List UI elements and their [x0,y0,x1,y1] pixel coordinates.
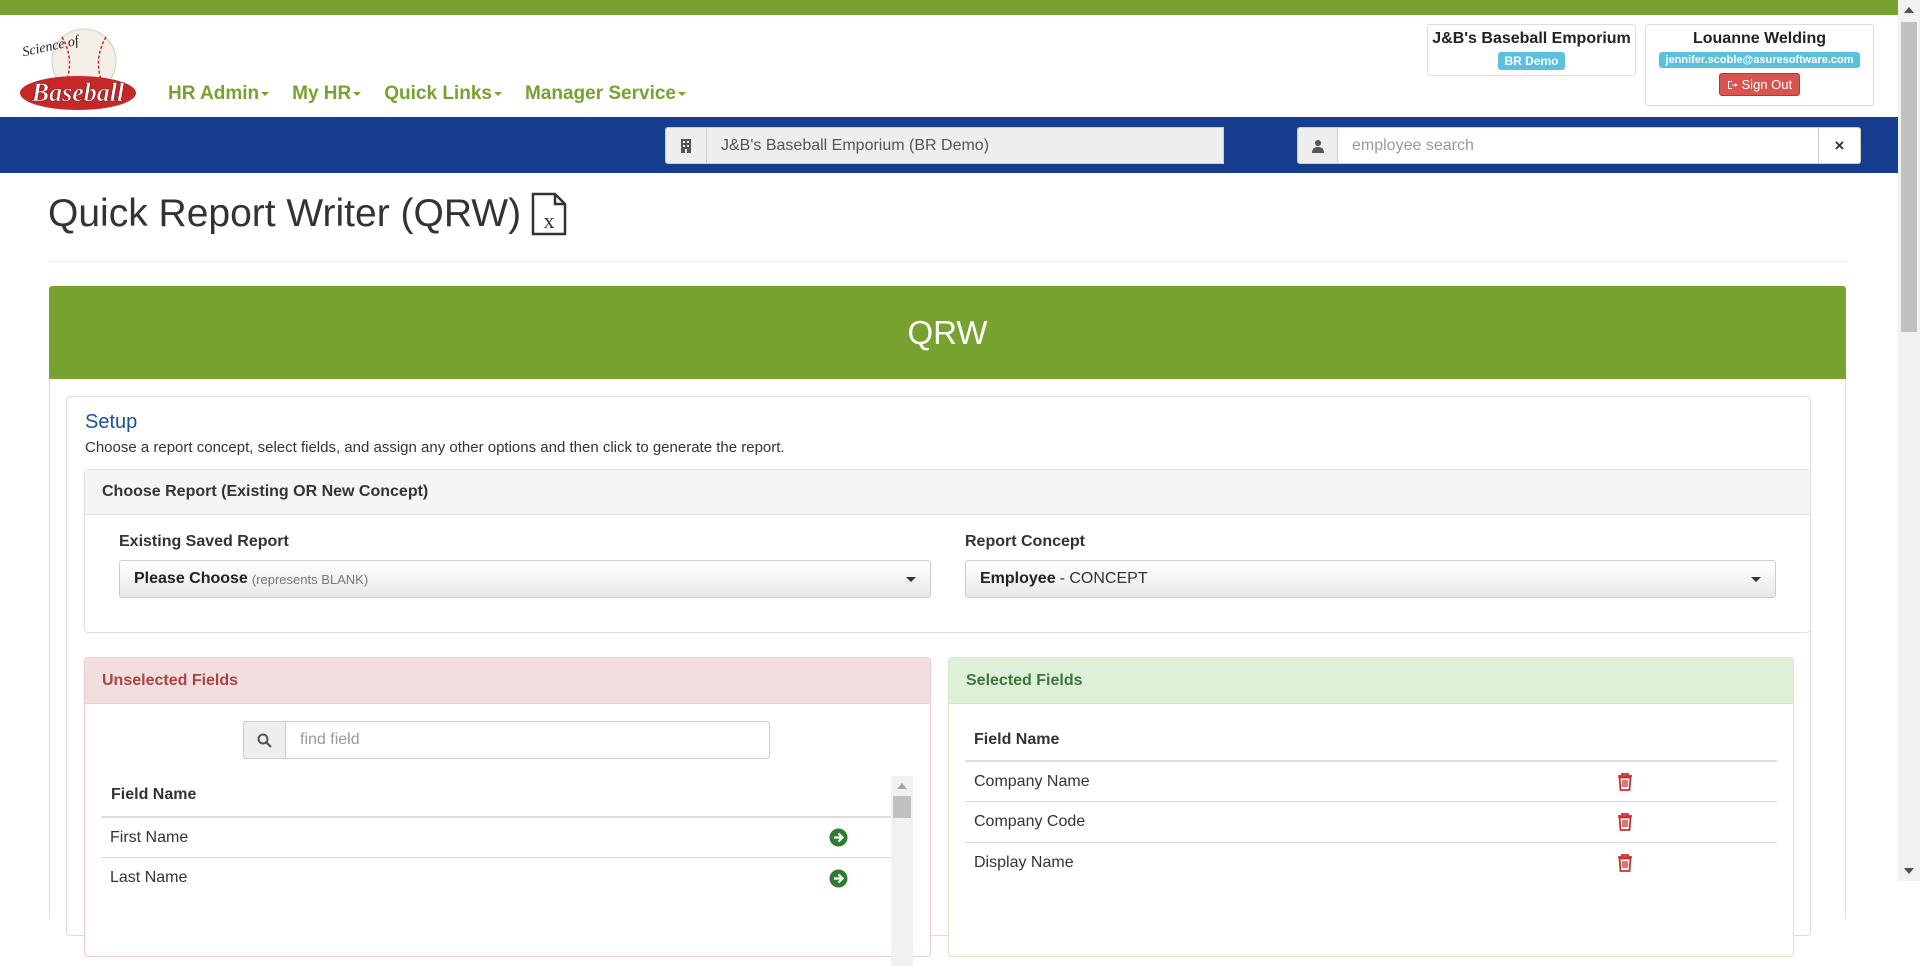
sign-out-label: Sign Out [1741,77,1793,92]
table-row: Company Code [965,801,1777,842]
list-item: Last Name [101,857,891,898]
trash-icon[interactable] [1617,813,1633,831]
nav-my-hr-label: My HR [292,83,352,104]
report-concept-label: Report Concept [965,533,1085,550]
user-email-badge: jennifer.scoble@asuresoftware.com [1659,52,1860,68]
sign-out-icon [1727,81,1738,89]
nav-quick-links-label: Quick Links [384,83,492,104]
main-nav: HR Admin My HR Quick Links Manager Servi… [168,83,686,105]
table-row: Company Name [965,760,1777,801]
svg-text:x: x [544,208,555,233]
existing-report-label: Existing Saved Report [119,533,289,550]
scroll-up-arrow-icon[interactable] [1898,0,1920,20]
selected-fields-heading: Selected Fields [949,658,1793,704]
unselected-column-header: Field Name [111,786,197,803]
employee-search-input[interactable]: employee search [1338,127,1819,164]
selected-fields-panel: Selected Fields Field Name Company Name … [948,657,1794,957]
nav-my-hr[interactable]: My HR [292,83,362,105]
company-name: J&B's Baseball Emporium [1432,30,1631,47]
list-item: First Name [101,816,891,857]
report-concept-value: Employee [980,570,1056,587]
field-list-scrollbar[interactable] [891,776,913,966]
trash-icon[interactable] [1617,772,1633,791]
company-info-box: J&B's Baseball Emporium BR Demo [1427,24,1636,76]
choose-report-panel: Choose Report (Existing OR New Concept) … [84,469,1811,633]
trash-icon[interactable] [1617,854,1633,872]
existing-report-select[interactable]: Please Choose (represents BLANK) [119,560,931,598]
search-icon [243,721,286,759]
user-info-box: Louanne Welding jennifer.scoble@asuresof… [1645,24,1874,106]
nav-hr-admin-label: HR Admin [168,83,260,104]
setup-title: Setup [85,411,138,433]
user-icon [1297,127,1338,164]
page-title: Quick Report Writer (QRW) x [48,192,567,236]
header: Science of Baseball HR Admin My HR Quick… [0,15,1898,117]
field-name: Last Name [110,869,188,886]
caret-down-icon [677,91,686,96]
report-concept-select[interactable]: Employee - CONCEPT [965,560,1776,598]
setup-panel: Setup Choose a report concept, select fi… [66,396,1811,966]
close-icon: × [1834,135,1845,155]
field-name: Display Name [974,854,1074,871]
nav-hr-admin[interactable]: HR Admin [168,83,270,105]
caret-down-icon [353,91,362,96]
caret-down-icon [493,91,502,96]
scroll-up-arrow-icon[interactable] [891,776,913,796]
excel-file-icon: x [531,192,567,236]
user-name: Louanne Welding [1692,30,1827,47]
employee-search: employee search × [1297,127,1861,164]
top-accent-strip [0,0,1898,15]
scroll-thumb[interactable] [893,796,911,818]
add-field-arrow-icon[interactable] [829,828,848,847]
nav-quick-links[interactable]: Quick Links [384,83,502,105]
nav-manager-service[interactable]: Manager Service [525,83,686,105]
table-row: Display Name [965,842,1777,883]
company-badge: BR Demo [1498,52,1565,70]
field-name: Company Code [974,813,1086,830]
existing-report-value: Please Choose [134,570,248,587]
company-selector[interactable]: J&B's Baseball Emporium (BR Demo) [665,127,1224,164]
building-icon [665,127,707,164]
add-field-arrow-icon[interactable] [829,869,848,888]
dropdown-arrow-icon [906,577,916,582]
unselected-fields-heading: Unselected Fields [85,658,930,704]
company-selector-value[interactable]: J&B's Baseball Emporium (BR Demo) [707,127,1224,164]
svg-text:Baseball: Baseball [31,78,125,107]
page-scrollbar[interactable] [1898,0,1920,881]
nav-manager-service-label: Manager Service [524,83,676,104]
scroll-down-arrow-icon[interactable] [1898,861,1920,881]
clear-search-button[interactable]: × [1819,127,1861,164]
sign-out-button[interactable]: Sign Out [1718,73,1801,96]
unselected-fields-panel: Unselected Fields find field Field Name … [84,657,931,966]
field-name: Company Name [974,772,1090,790]
selected-column-header: Field Name [974,731,1060,748]
choose-report-heading: Choose Report (Existing OR New Concept) [85,470,1810,515]
dropdown-arrow-icon [1751,577,1761,582]
context-bar: J&B's Baseball Emporium (BR Demo) employ… [0,117,1898,173]
report-concept-sub: - CONCEPT [1059,570,1148,587]
science-of-baseball-logo[interactable]: Science of Baseball [18,21,140,117]
find-field-group: find field [243,721,770,759]
existing-report-sub: (represents BLANK) [251,571,369,587]
setup-description: Choose a report concept, select fields, … [85,439,785,456]
page-scroll-thumb[interactable] [1901,22,1917,332]
field-name: First Name [110,828,189,846]
title-divider [48,261,1846,262]
page-title-text: Quick Report Writer (QRW) [48,192,522,235]
qrw-banner: QRW [49,286,1846,379]
caret-down-icon [261,91,270,96]
find-field-input[interactable]: find field [286,721,770,759]
banner-title: QRW [907,313,988,351]
